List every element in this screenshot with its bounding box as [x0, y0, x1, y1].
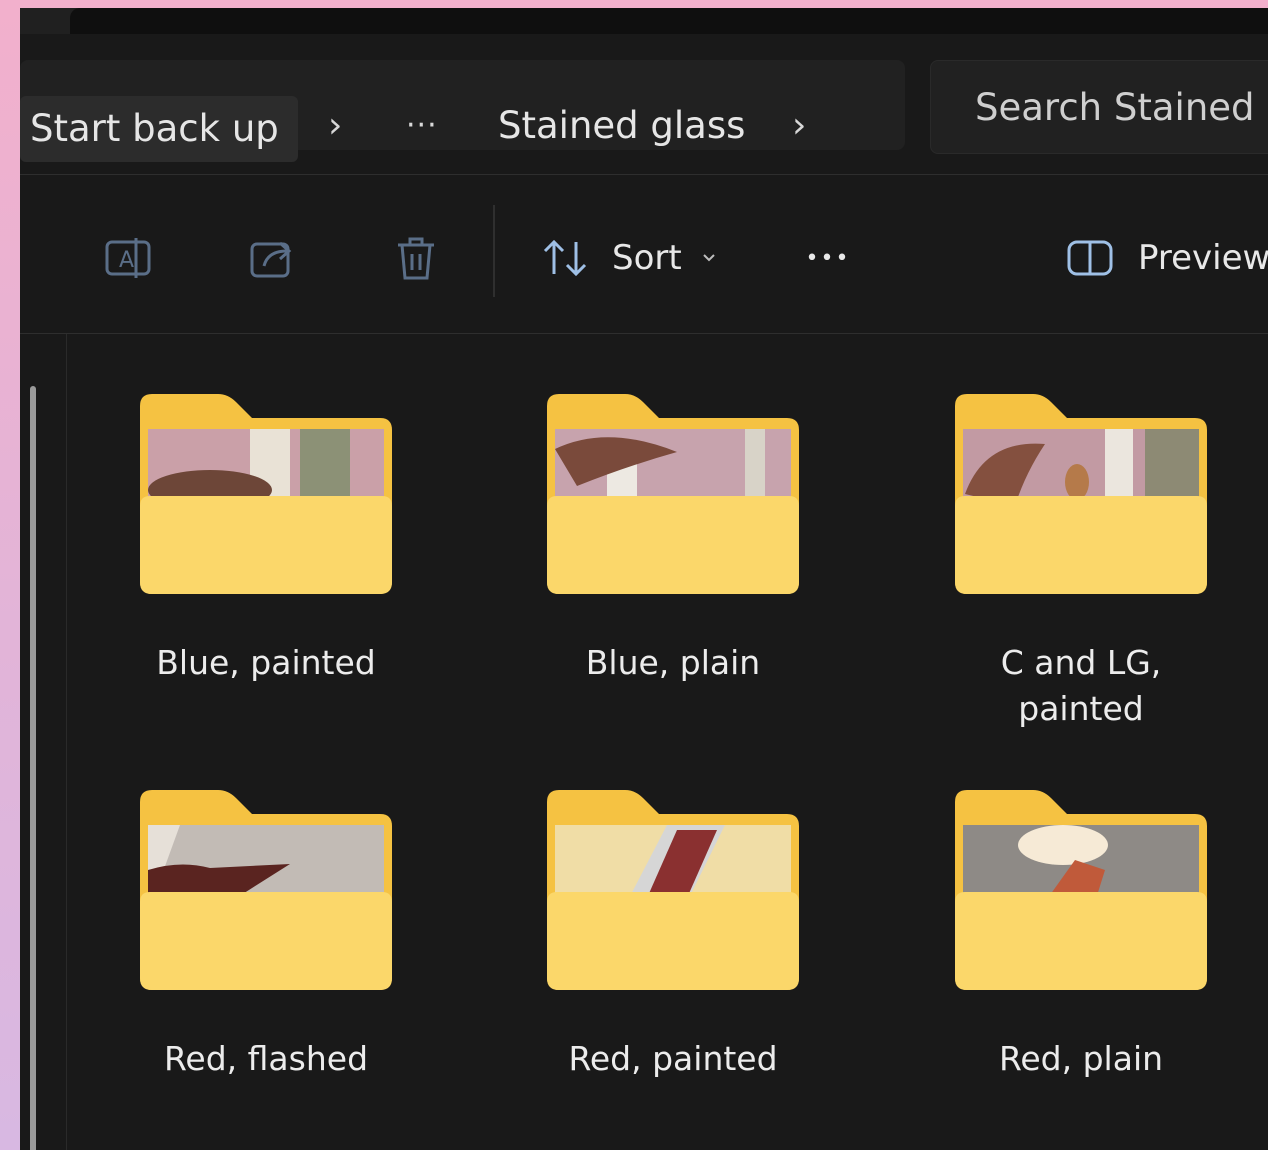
file-explorer-window: Start back up › ··· Stained glass › A [20, 8, 1268, 1150]
preview-pane-icon [1067, 240, 1113, 276]
folder-icon [955, 790, 1207, 990]
share-icon [250, 241, 292, 278]
folder-item[interactable]: C and LG, painted [955, 394, 1207, 728]
rename-icon: A [105, 238, 151, 278]
sort-label: Sort [612, 238, 682, 278]
chevron-down-icon [702, 254, 715, 262]
delete-icon [398, 237, 434, 280]
folder-icon [547, 394, 799, 594]
sort-arrows-icon [543, 239, 587, 277]
breadcrumb-overflow-button[interactable]: ··· [406, 96, 438, 156]
breadcrumb[interactable]: Start back up › ··· Stained glass › [20, 60, 905, 162]
preview-label: Preview [1138, 238, 1268, 278]
rename-button[interactable]: A [100, 230, 156, 286]
folder-name: Blue, plain [585, 643, 761, 682]
folder-icon [140, 790, 392, 990]
folder-item[interactable]: Red, painted [547, 790, 799, 1078]
navigation-pane [20, 334, 67, 1150]
folder-name: Red, flashed [163, 1039, 369, 1078]
folder-item[interactable]: Blue, painted [140, 394, 392, 682]
folder-name: Blue, painted [156, 643, 376, 682]
folder-item[interactable]: Red, plain [955, 790, 1207, 1078]
folder-icon [955, 394, 1207, 594]
address-row: Start back up › ··· Stained glass › [20, 34, 1268, 175]
chevron-right-icon[interactable]: › [792, 96, 806, 156]
share-button[interactable] [245, 230, 301, 286]
preview-pane-button[interactable]: Preview [1066, 230, 1268, 286]
folder-icon [140, 394, 392, 594]
delete-button[interactable] [388, 230, 444, 286]
chevron-right-icon[interactable]: › [328, 96, 342, 156]
command-bar: A Sort ••• Preview [20, 175, 1268, 334]
tab-surface [70, 8, 1268, 34]
title-bar [20, 8, 1268, 34]
search-box[interactable] [930, 60, 1268, 154]
sort-button[interactable]: Sort [540, 230, 722, 286]
folder-name: Red, plain [998, 1039, 1164, 1078]
more-icon: ••• [805, 245, 851, 271]
folder-item[interactable]: Blue, plain [547, 394, 799, 682]
search-input[interactable] [931, 61, 1268, 153]
nav-scrollbar[interactable] [30, 386, 36, 1150]
file-view: Blue, painted Blue, plain C and LG, pain… [67, 334, 1268, 1150]
folder-name: Red, painted [568, 1039, 778, 1078]
svg-text:A: A [119, 248, 134, 273]
folder-item[interactable]: Red, flashed [140, 790, 392, 1078]
toolbar-divider [493, 205, 495, 297]
see-more-button[interactable]: ••• [800, 230, 856, 286]
folder-icon [547, 790, 799, 990]
folder-name: C and LG, painted [1000, 643, 1162, 728]
breadcrumb-item-stained-glass[interactable]: Stained glass [498, 96, 745, 156]
breadcrumb-item-start-back-up[interactable]: Start back up [20, 96, 298, 162]
